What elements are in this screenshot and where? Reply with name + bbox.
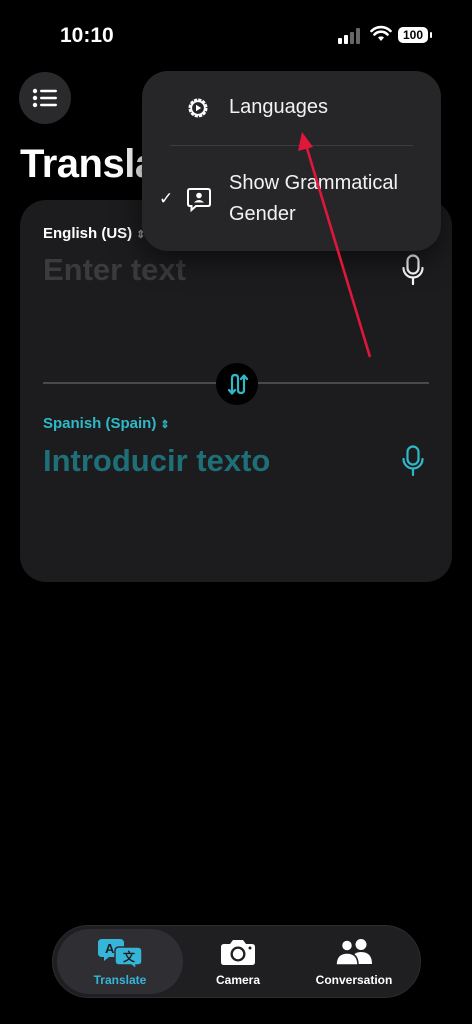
tab-conversation[interactable]: Conversation bbox=[293, 929, 415, 994]
tab-label: Camera bbox=[215, 973, 261, 987]
tab-translate[interactable]: A 文 Translate bbox=[57, 929, 183, 994]
tab-label: Translate bbox=[93, 973, 147, 987]
svg-text:文: 文 bbox=[123, 949, 136, 964]
translate-icon: A 文 bbox=[98, 939, 143, 970]
people-icon bbox=[335, 939, 372, 966]
tab-label: Conversation bbox=[315, 973, 393, 987]
svg-text:A: A bbox=[105, 941, 115, 956]
annotation-arrow bbox=[298, 132, 372, 358]
camera-icon bbox=[221, 940, 255, 965]
tab-camera[interactable]: Camera bbox=[183, 929, 293, 994]
tab-bar: A 文 Translate Camera Conversation bbox=[52, 925, 421, 998]
